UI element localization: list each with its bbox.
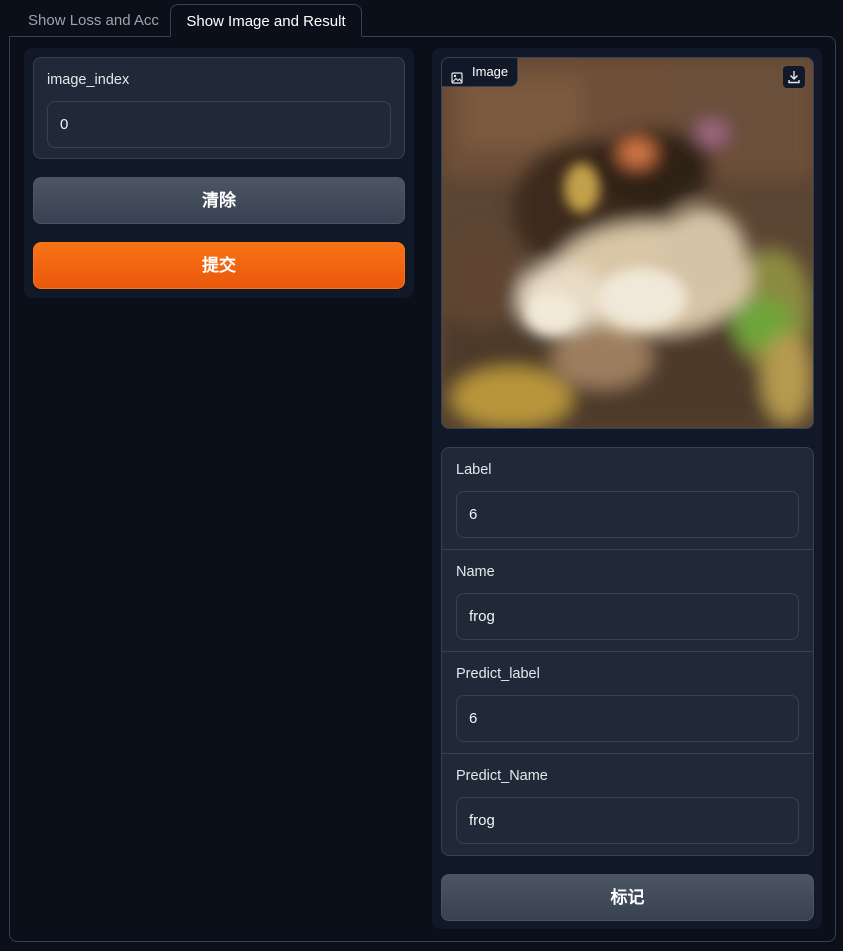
frog-image (442, 58, 813, 428)
image-output: Image (441, 57, 814, 429)
input-column: image_index 0 清除 提交 (24, 48, 414, 298)
predict-name-value[interactable]: frog (456, 797, 799, 844)
results-block: Label 6 Name frog Predict_label 6 Predic… (441, 447, 814, 856)
predict-label-field: Predict_label 6 (442, 652, 813, 754)
predict-name-title: Predict_Name (456, 768, 548, 784)
name-title: Name (456, 564, 495, 580)
submit-button[interactable]: 提交 (33, 242, 405, 289)
image-index-label: image_index (47, 72, 130, 88)
label-field: Label 6 (442, 448, 813, 550)
download-icon[interactable] (783, 66, 805, 88)
flag-button[interactable]: 标记 (441, 874, 814, 921)
image-label-text: Image (472, 64, 509, 79)
image-label-badge: Image (442, 58, 519, 87)
image-index-input[interactable]: 0 (47, 101, 391, 148)
label-title: Label (456, 462, 492, 478)
tab-show-loss-and-acc[interactable]: Show Loss and Acc (10, 4, 177, 37)
predict-label-value[interactable]: 6 (456, 695, 799, 742)
output-column: Image Label 6 Name frog Predict_label 6 … (432, 48, 822, 929)
name-field: Name frog (442, 550, 813, 652)
image-index-block: image_index 0 (33, 57, 405, 159)
name-value[interactable]: frog (456, 593, 799, 640)
predict-label-title: Predict_label (456, 666, 540, 682)
clear-button[interactable]: 清除 (33, 177, 405, 224)
image-icon (451, 66, 463, 93)
tab-show-image-and-result[interactable]: Show Image and Result (170, 4, 362, 37)
predict-name-field: Predict_Name frog (442, 754, 813, 855)
tab-bar: Show Loss and Acc Show Image and Result (0, 0, 843, 37)
label-value[interactable]: 6 (456, 491, 799, 538)
